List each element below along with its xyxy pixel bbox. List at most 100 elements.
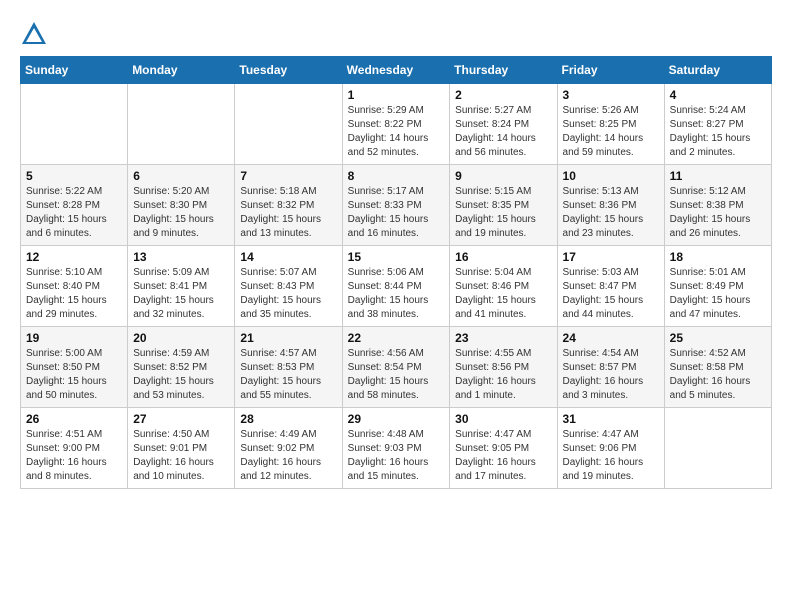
day-number: 8: [348, 169, 445, 183]
calendar-cell: 22 Sunrise: 4:56 AM Sunset: 8:54 PM Dayli…: [342, 327, 450, 408]
col-header-saturday: Saturday: [664, 57, 771, 84]
day-info: Sunrise: 4:50 AM Sunset: 9:01 PM Dayligh…: [133, 428, 229, 484]
day-number: 27: [133, 412, 229, 426]
calendar-cell: 28Sunrise: 4:49 AM Sunset: 9:02 PM Dayli…: [235, 408, 342, 489]
calendar-week-row: 26Sunrise: 4:51 AM Sunset: 9:00 PM Dayli…: [21, 408, 772, 489]
day-number: 10: [563, 169, 659, 183]
calendar-cell: 2 Sunrise: 5:27 AM Sunset: 8:24 PM Daylig…: [450, 84, 557, 165]
calendar-cell: 8 Sunrise: 5:17 AM Sunset: 8:33 PM Daylig…: [342, 165, 450, 246]
calendar-table: SundayMondayTuesdayWednesdayThursdayFrid…: [20, 56, 772, 489]
col-header-monday: Monday: [128, 57, 235, 84]
day-info: Sunrise: 5:17 AM Sunset: 8:33 PM Dayligh…: [348, 185, 445, 241]
calendar-header-row: SundayMondayTuesdayWednesdayThursdayFrid…: [21, 57, 772, 84]
day-info: Sunrise: 5:15 AM Sunset: 8:35 PM Dayligh…: [455, 185, 551, 241]
calendar-cell: 23Sunrise: 4:55 AM Sunset: 8:56 PM Dayli…: [450, 327, 557, 408]
day-info: Sunrise: 5:00 AM Sunset: 8:50 PM Dayligh…: [26, 347, 122, 403]
calendar-cell: 12 Sunrise: 5:10 AM Sunset: 8:40 PM Dayli…: [21, 246, 128, 327]
day-number: 12: [26, 250, 122, 264]
calendar-cell: [664, 408, 771, 489]
day-number: 14: [240, 250, 336, 264]
header-section: [20, 20, 772, 48]
day-info: Sunrise: 5:13 AM Sunset: 8:36 PM Dayligh…: [563, 185, 659, 241]
day-number: 16: [455, 250, 551, 264]
day-number: 19: [26, 331, 122, 345]
calendar-cell: 31 Sunrise: 4:47 AM Sunset: 9:06 PM Dayli…: [557, 408, 664, 489]
day-number: 26: [26, 412, 122, 426]
day-info: Sunrise: 4:48 AM Sunset: 9:03 PM Dayligh…: [348, 428, 445, 484]
day-number: 1: [348, 88, 445, 102]
day-number: 13: [133, 250, 229, 264]
day-info: Sunrise: 5:22 AM Sunset: 8:28 PM Dayligh…: [26, 185, 122, 241]
day-info: Sunrise: 5:01 AM Sunset: 8:49 PM Dayligh…: [670, 266, 766, 322]
day-number: 11: [670, 169, 766, 183]
calendar-cell: 26Sunrise: 4:51 AM Sunset: 9:00 PM Dayli…: [21, 408, 128, 489]
day-info: Sunrise: 5:24 AM Sunset: 8:27 PM Dayligh…: [670, 104, 766, 160]
calendar-week-row: 19 Sunrise: 5:00 AM Sunset: 8:50 PM Dayli…: [21, 327, 772, 408]
calendar-cell: 4 Sunrise: 5:24 AM Sunset: 8:27 PM Daylig…: [664, 84, 771, 165]
col-header-thursday: Thursday: [450, 57, 557, 84]
calendar-cell: 30 Sunrise: 4:47 AM Sunset: 9:05 PM Dayli…: [450, 408, 557, 489]
calendar-cell: 1 Sunrise: 5:29 AM Sunset: 8:22 PM Daylig…: [342, 84, 450, 165]
calendar-week-row: 1 Sunrise: 5:29 AM Sunset: 8:22 PM Daylig…: [21, 84, 772, 165]
day-number: 30: [455, 412, 551, 426]
day-number: 17: [563, 250, 659, 264]
day-info: Sunrise: 5:04 AM Sunset: 8:46 PM Dayligh…: [455, 266, 551, 322]
day-info: Sunrise: 4:57 AM Sunset: 8:53 PM Dayligh…: [240, 347, 336, 403]
day-info: Sunrise: 5:20 AM Sunset: 8:30 PM Dayligh…: [133, 185, 229, 241]
calendar-cell: 14 Sunrise: 5:07 AM Sunset: 8:43 PM Dayli…: [235, 246, 342, 327]
day-info: Sunrise: 4:55 AM Sunset: 8:56 PM Dayligh…: [455, 347, 551, 403]
day-info: Sunrise: 4:59 AM Sunset: 8:52 PM Dayligh…: [133, 347, 229, 403]
day-number: 24: [563, 331, 659, 345]
col-header-wednesday: Wednesday: [342, 57, 450, 84]
day-number: 6: [133, 169, 229, 183]
day-info: Sunrise: 5:06 AM Sunset: 8:44 PM Dayligh…: [348, 266, 445, 322]
calendar-cell: 18 Sunrise: 5:01 AM Sunset: 8:49 PM Dayli…: [664, 246, 771, 327]
day-number: 20: [133, 331, 229, 345]
calendar-cell: 24 Sunrise: 4:54 AM Sunset: 8:57 PM Dayli…: [557, 327, 664, 408]
calendar-cell: 13 Sunrise: 5:09 AM Sunset: 8:41 PM Dayli…: [128, 246, 235, 327]
day-number: 4: [670, 88, 766, 102]
calendar-week-row: 5 Sunrise: 5:22 AM Sunset: 8:28 PM Daylig…: [21, 165, 772, 246]
day-number: 3: [563, 88, 659, 102]
day-number: 9: [455, 169, 551, 183]
calendar-cell: [235, 84, 342, 165]
day-info: Sunrise: 5:27 AM Sunset: 8:24 PM Dayligh…: [455, 104, 551, 160]
day-info: Sunrise: 5:03 AM Sunset: 8:47 PM Dayligh…: [563, 266, 659, 322]
day-number: 22: [348, 331, 445, 345]
day-number: 15: [348, 250, 445, 264]
calendar-cell: 9 Sunrise: 5:15 AM Sunset: 8:35 PM Daylig…: [450, 165, 557, 246]
calendar-cell: 10 Sunrise: 5:13 AM Sunset: 8:36 PM Dayli…: [557, 165, 664, 246]
day-info: Sunrise: 5:09 AM Sunset: 8:41 PM Dayligh…: [133, 266, 229, 322]
logo: [20, 20, 52, 48]
calendar-cell: 6 Sunrise: 5:20 AM Sunset: 8:30 PM Daylig…: [128, 165, 235, 246]
col-header-tuesday: Tuesday: [235, 57, 342, 84]
day-info: Sunrise: 5:07 AM Sunset: 8:43 PM Dayligh…: [240, 266, 336, 322]
calendar-cell: 27 Sunrise: 4:50 AM Sunset: 9:01 PM Dayli…: [128, 408, 235, 489]
day-number: 31: [563, 412, 659, 426]
calendar-cell: 15 Sunrise: 5:06 AM Sunset: 8:44 PM Dayli…: [342, 246, 450, 327]
logo-icon: [20, 20, 48, 48]
calendar-cell: 20 Sunrise: 4:59 AM Sunset: 8:52 PM Dayli…: [128, 327, 235, 408]
day-number: 7: [240, 169, 336, 183]
day-info: Sunrise: 5:12 AM Sunset: 8:38 PM Dayligh…: [670, 185, 766, 241]
calendar-cell: 19 Sunrise: 5:00 AM Sunset: 8:50 PM Dayli…: [21, 327, 128, 408]
day-info: Sunrise: 5:18 AM Sunset: 8:32 PM Dayligh…: [240, 185, 336, 241]
calendar-cell: [21, 84, 128, 165]
col-header-sunday: Sunday: [21, 57, 128, 84]
day-number: 21: [240, 331, 336, 345]
day-info: Sunrise: 5:10 AM Sunset: 8:40 PM Dayligh…: [26, 266, 122, 322]
calendar-week-row: 12 Sunrise: 5:10 AM Sunset: 8:40 PM Dayli…: [21, 246, 772, 327]
day-number: 18: [670, 250, 766, 264]
calendar-cell: 16 Sunrise: 5:04 AM Sunset: 8:46 PM Dayli…: [450, 246, 557, 327]
day-number: 5: [26, 169, 122, 183]
day-info: Sunrise: 4:54 AM Sunset: 8:57 PM Dayligh…: [563, 347, 659, 403]
calendar-cell: 5 Sunrise: 5:22 AM Sunset: 8:28 PM Daylig…: [21, 165, 128, 246]
calendar-cell: 11 Sunrise: 5:12 AM Sunset: 8:38 PM Dayli…: [664, 165, 771, 246]
day-info: Sunrise: 4:47 AM Sunset: 9:06 PM Dayligh…: [563, 428, 659, 484]
day-info: Sunrise: 4:47 AM Sunset: 9:05 PM Dayligh…: [455, 428, 551, 484]
day-info: Sunrise: 5:29 AM Sunset: 8:22 PM Dayligh…: [348, 104, 445, 160]
day-info: Sunrise: 4:56 AM Sunset: 8:54 PM Dayligh…: [348, 347, 445, 403]
calendar-cell: 25Sunrise: 4:52 AM Sunset: 8:58 PM Dayli…: [664, 327, 771, 408]
day-number: 2: [455, 88, 551, 102]
calendar-cell: 29Sunrise: 4:48 AM Sunset: 9:03 PM Dayli…: [342, 408, 450, 489]
